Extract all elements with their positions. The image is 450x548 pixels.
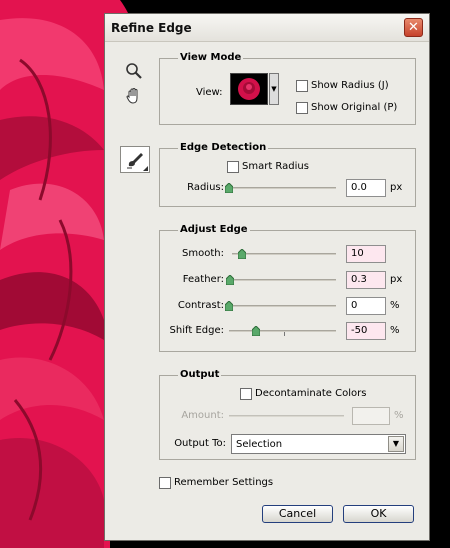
- shift-edge-slider-thumb[interactable]: [251, 326, 260, 336]
- adjust-edge-group: Adjust Edge Smooth: 10 Feather: 0.3 px C…: [159, 224, 416, 352]
- cancel-button[interactable]: Cancel: [262, 505, 333, 523]
- refine-edge-dialog: Refine Edge ✕ View Mode View: ▼ Show Rad…: [104, 13, 430, 541]
- feather-unit: px: [390, 274, 403, 285]
- triangle-down-icon: ▼: [271, 85, 277, 93]
- contrast-field[interactable]: 0: [346, 297, 386, 315]
- radius-unit: px: [390, 182, 403, 193]
- view-mode-thumbnail[interactable]: [230, 73, 268, 105]
- shift-edge-slider[interactable]: [229, 330, 336, 332]
- shift-edge-field[interactable]: -50: [346, 322, 386, 340]
- smooth-label: Smooth:: [182, 248, 224, 259]
- hand-tool-icon[interactable]: [125, 87, 143, 105]
- output-group: Output Decontaminate Colors Amount: % Ou…: [159, 369, 416, 460]
- refine-radius-tool-button[interactable]: [120, 146, 150, 173]
- radius-label: Radius:: [187, 182, 224, 193]
- remember-settings-checkbox[interactable]: [159, 477, 171, 489]
- remember-settings-label: Remember Settings: [174, 477, 274, 488]
- view-label: View:: [196, 87, 223, 98]
- feather-slider[interactable]: [229, 279, 336, 281]
- close-icon: ✕: [408, 20, 419, 35]
- shift-edge-label: Shift Edge:: [169, 325, 224, 336]
- output-to-value: Selection: [236, 439, 283, 450]
- output-to-select[interactable]: Selection ▼: [231, 434, 406, 454]
- feather-label: Feather:: [182, 274, 224, 285]
- edge-detection-group: Edge Detection Smart Radius Radius: 0.0 …: [159, 142, 416, 207]
- dialog-title: Refine Edge: [111, 21, 192, 35]
- shift-edge-center-tick: [284, 332, 285, 336]
- radius-slider[interactable]: [229, 187, 336, 189]
- smooth-slider[interactable]: [232, 253, 336, 255]
- radius-slider-thumb[interactable]: [225, 183, 233, 193]
- amount-slider[interactable]: [229, 415, 344, 417]
- rose-thumbnail-icon: [238, 78, 260, 100]
- view-mode-dropdown[interactable]: ▼: [269, 73, 279, 105]
- show-original-label: Show Original (P): [311, 102, 398, 113]
- contrast-slider-thumb[interactable]: [225, 301, 233, 311]
- output-title: Output: [178, 369, 222, 380]
- zoom-tool-icon[interactable]: [125, 62, 143, 80]
- show-original-checkbox[interactable]: [296, 102, 308, 114]
- edge-detection-title: Edge Detection: [178, 142, 269, 153]
- feather-field[interactable]: 0.3: [346, 271, 386, 289]
- close-button[interactable]: ✕: [404, 18, 423, 37]
- radius-field[interactable]: 0.0: [346, 179, 386, 197]
- tool-options-triangle-icon: [143, 166, 148, 171]
- decontaminate-colors-checkbox[interactable]: [240, 388, 252, 400]
- contrast-slider[interactable]: [229, 305, 336, 307]
- shift-edge-unit: %: [390, 325, 400, 336]
- contrast-unit: %: [390, 300, 400, 311]
- amount-field[interactable]: [352, 407, 390, 425]
- amount-label: Amount:: [181, 410, 224, 421]
- ok-button[interactable]: OK: [343, 505, 414, 523]
- smart-radius-checkbox[interactable]: [227, 161, 239, 173]
- output-to-label: Output To:: [174, 438, 226, 449]
- decontaminate-colors-label: Decontaminate Colors: [255, 388, 367, 399]
- smart-radius-label: Smart Radius: [242, 161, 309, 172]
- smooth-field[interactable]: 10: [346, 245, 386, 263]
- adjust-edge-title: Adjust Edge: [178, 224, 250, 235]
- smooth-slider-thumb[interactable]: [238, 249, 247, 259]
- amount-unit: %: [394, 410, 404, 421]
- show-radius-checkbox[interactable]: [296, 80, 308, 92]
- chevron-down-icon: ▼: [388, 436, 404, 452]
- contrast-label: Contrast:: [177, 300, 224, 311]
- show-radius-label: Show Radius (J): [311, 80, 389, 91]
- view-mode-title: View Mode: [178, 52, 244, 63]
- view-mode-group: View Mode View: ▼ Show Radius (J) Show O…: [159, 52, 416, 125]
- dialog-titlebar[interactable]: Refine Edge ✕: [105, 14, 429, 42]
- feather-slider-thumb[interactable]: [226, 275, 235, 285]
